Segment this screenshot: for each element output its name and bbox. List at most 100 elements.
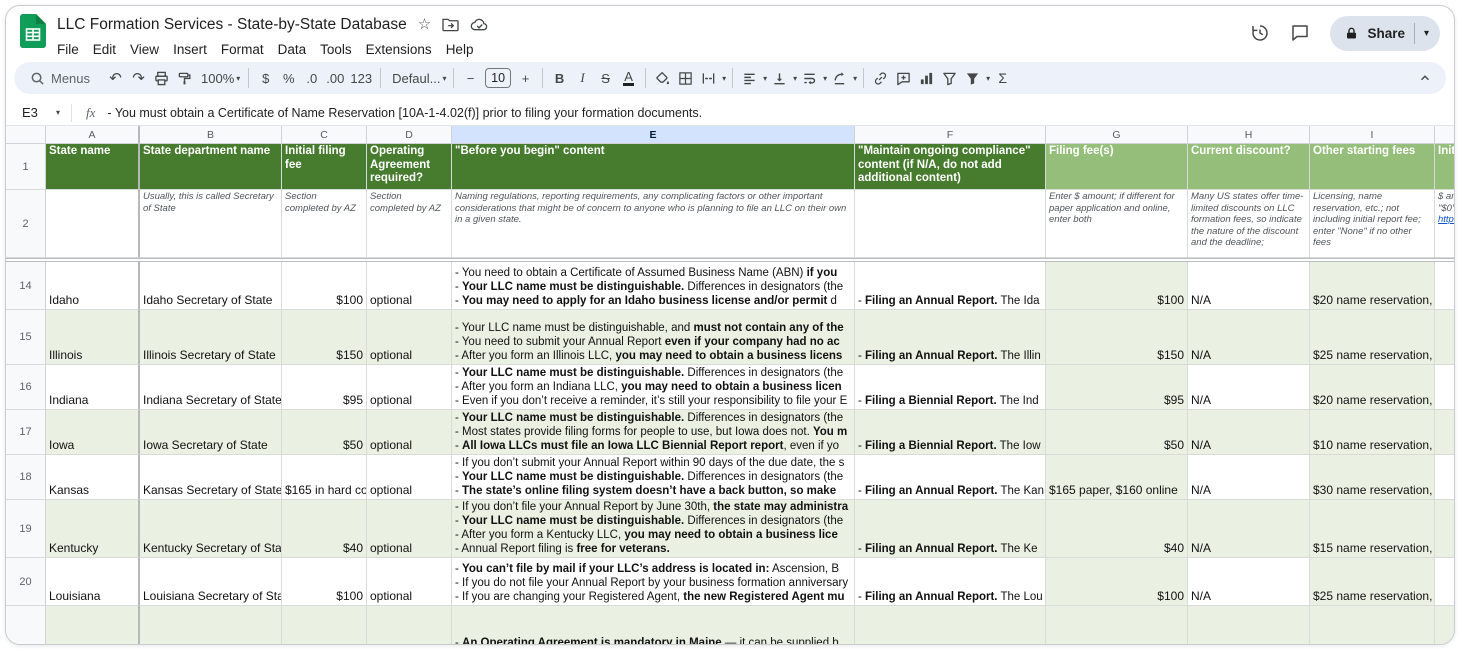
cell-g15[interactable]: $150 bbox=[1046, 310, 1188, 365]
header-cell-a[interactable]: State name bbox=[46, 144, 140, 190]
row-number-19[interactable]: 19 bbox=[6, 500, 46, 558]
cell-c18[interactable]: $165 in hard cop bbox=[282, 455, 367, 500]
description-cell-e[interactable]: Naming regulations, reporting requiremen… bbox=[452, 190, 855, 258]
header-cell-f[interactable]: "Maintain ongoing compliance" content (i… bbox=[855, 144, 1046, 190]
description-cell-a[interactable] bbox=[46, 190, 140, 258]
version-history-icon[interactable] bbox=[1242, 15, 1278, 51]
font-size-input[interactable]: 10 bbox=[485, 68, 511, 88]
cell-f[interactable] bbox=[855, 606, 1046, 645]
functions-button[interactable]: Σ bbox=[991, 66, 1014, 90]
cell-j[interactable] bbox=[1435, 606, 1454, 645]
cell-a15[interactable]: Illinois bbox=[46, 310, 140, 365]
increase-decimal-button[interactable]: .00 bbox=[323, 66, 347, 90]
filter-button[interactable] bbox=[938, 66, 961, 90]
description-cell-i[interactable]: Licensing, name reservation, etc.; not i… bbox=[1310, 190, 1435, 258]
redo-button[interactable]: ↷ bbox=[127, 66, 150, 90]
chevron-down-icon[interactable]: ▾ bbox=[823, 74, 827, 83]
cell-c15[interactable]: $150 bbox=[282, 310, 367, 365]
description-cell-b[interactable]: Usually, this is called Secretary of Sta… bbox=[140, 190, 282, 258]
cell-c20[interactable]: $100 bbox=[282, 558, 367, 606]
cell-c[interactable] bbox=[282, 606, 367, 645]
insert-chart-button[interactable] bbox=[915, 66, 938, 90]
bold-button[interactable]: B bbox=[548, 66, 571, 90]
row-number-17[interactable]: 17 bbox=[6, 410, 46, 455]
row-number-15[interactable]: 15 bbox=[6, 310, 46, 365]
select-all-corner[interactable] bbox=[6, 126, 46, 144]
cell-h18[interactable]: N/A bbox=[1188, 455, 1310, 500]
menu-tools[interactable]: Tools bbox=[313, 40, 359, 59]
header-cell-h[interactable]: Current discount? bbox=[1188, 144, 1310, 190]
chevron-down-icon[interactable]: ▾ bbox=[56, 108, 60, 117]
cell-a20[interactable]: Louisiana bbox=[46, 558, 140, 606]
zoom-select[interactable]: 100%▾ bbox=[196, 66, 243, 90]
cell-j18[interactable] bbox=[1435, 455, 1454, 500]
cell-a14[interactable]: Idaho bbox=[46, 262, 140, 310]
column-header-c[interactable]: C bbox=[282, 126, 367, 144]
cell-g20[interactable]: $100 bbox=[1046, 558, 1188, 606]
cell-b[interactable] bbox=[140, 606, 282, 645]
row-number-partial[interactable] bbox=[6, 606, 46, 645]
cell-i[interactable] bbox=[1310, 606, 1435, 645]
cell-b20[interactable]: Louisiana Secretary of Stat bbox=[140, 558, 282, 606]
insert-comment-button[interactable] bbox=[892, 66, 915, 90]
header-cell-j[interactable]: Initi bbox=[1435, 144, 1454, 190]
row-number-14[interactable]: 14 bbox=[6, 262, 46, 310]
row-number-1[interactable]: 1 bbox=[6, 144, 46, 190]
undo-button[interactable]: ↶ bbox=[104, 66, 127, 90]
cell-d19[interactable]: optional bbox=[367, 500, 452, 558]
formula-input[interactable]: - You must obtain a Certificate of Name … bbox=[107, 106, 1454, 120]
cell-h19[interactable]: N/A bbox=[1188, 500, 1310, 558]
menu-insert[interactable]: Insert bbox=[166, 40, 214, 59]
share-button[interactable]: Share ▾ bbox=[1330, 16, 1440, 51]
cell-e18[interactable]: - If you don’t submit your Annual Report… bbox=[452, 455, 855, 500]
cell-f20[interactable]: - Filing an Annual Report. The Lou bbox=[855, 558, 1046, 606]
chevron-down-icon[interactable]: ▾ bbox=[793, 74, 797, 83]
description-cell-h[interactable]: Many US states offer time-limited discou… bbox=[1188, 190, 1310, 258]
row-number-18[interactable]: 18 bbox=[6, 455, 46, 500]
chevron-down-icon[interactable]: ▾ bbox=[1415, 28, 1438, 39]
cell-b19[interactable]: Kentucky Secretary of Stat bbox=[140, 500, 282, 558]
description-cell-f[interactable] bbox=[855, 190, 1046, 258]
cell-e19[interactable]: - If you don’t file your Annual Report b… bbox=[452, 500, 855, 558]
decrease-font-size-button[interactable]: − bbox=[459, 66, 482, 90]
cell-b18[interactable]: Kansas Secretary of State bbox=[140, 455, 282, 500]
cell-i14[interactable]: $20 name reservation, Non bbox=[1310, 262, 1435, 310]
column-header-f[interactable]: F bbox=[855, 126, 1046, 144]
description-cell-c[interactable]: Section completed by AZ bbox=[282, 190, 367, 258]
cell-b16[interactable]: Indiana Secretary of State bbox=[140, 365, 282, 410]
cell-g17[interactable]: $50 bbox=[1046, 410, 1188, 455]
menu-view[interactable]: View bbox=[123, 40, 166, 59]
column-header-g[interactable]: G bbox=[1046, 126, 1188, 144]
cell-h14[interactable]: N/A bbox=[1188, 262, 1310, 310]
star-icon[interactable]: ☆ bbox=[418, 17, 431, 32]
cell-b15[interactable]: Illinois Secretary of State bbox=[140, 310, 282, 365]
header-cell-b[interactable]: State department name bbox=[140, 144, 282, 190]
cell-g16[interactable]: $95 bbox=[1046, 365, 1188, 410]
decrease-decimal-button[interactable]: .0 bbox=[300, 66, 323, 90]
cell-i17[interactable]: $10 name reservation, Non bbox=[1310, 410, 1435, 455]
column-header-i[interactable]: I bbox=[1310, 126, 1435, 144]
paint-format-button[interactable] bbox=[173, 66, 196, 90]
chevron-down-icon[interactable]: ▾ bbox=[722, 74, 726, 83]
cell-j17[interactable] bbox=[1435, 410, 1454, 455]
cell-a19[interactable]: Kentucky bbox=[46, 500, 140, 558]
cell-i18[interactable]: $30 name reservation, Non bbox=[1310, 455, 1435, 500]
cell-b17[interactable]: Iowa Secretary of State bbox=[140, 410, 282, 455]
cell-c19[interactable]: $40 bbox=[282, 500, 367, 558]
filter-views-button[interactable] bbox=[961, 66, 984, 90]
cell-a18[interactable]: Kansas bbox=[46, 455, 140, 500]
cell-c14[interactable]: $100 bbox=[282, 262, 367, 310]
format-currency-button[interactable]: $ bbox=[254, 66, 277, 90]
cell-i20[interactable]: $25 name reservation, bbox=[1310, 558, 1435, 606]
more-formats-button[interactable]: 123 bbox=[347, 66, 375, 90]
row-number-16[interactable]: 16 bbox=[6, 365, 46, 410]
cell-j20[interactable] bbox=[1435, 558, 1454, 606]
chevron-down-icon[interactable]: ▾ bbox=[986, 74, 990, 83]
menu-edit[interactable]: Edit bbox=[86, 40, 123, 59]
cell-e15[interactable]: - Your LLC name must be distinguishable,… bbox=[452, 310, 855, 365]
cell-d16[interactable]: optional bbox=[367, 365, 452, 410]
strikethrough-button[interactable]: S bbox=[594, 66, 617, 90]
text-color-button[interactable]: A bbox=[617, 66, 640, 90]
sheets-logo[interactable] bbox=[20, 14, 46, 48]
menu-file[interactable]: File bbox=[50, 40, 86, 59]
